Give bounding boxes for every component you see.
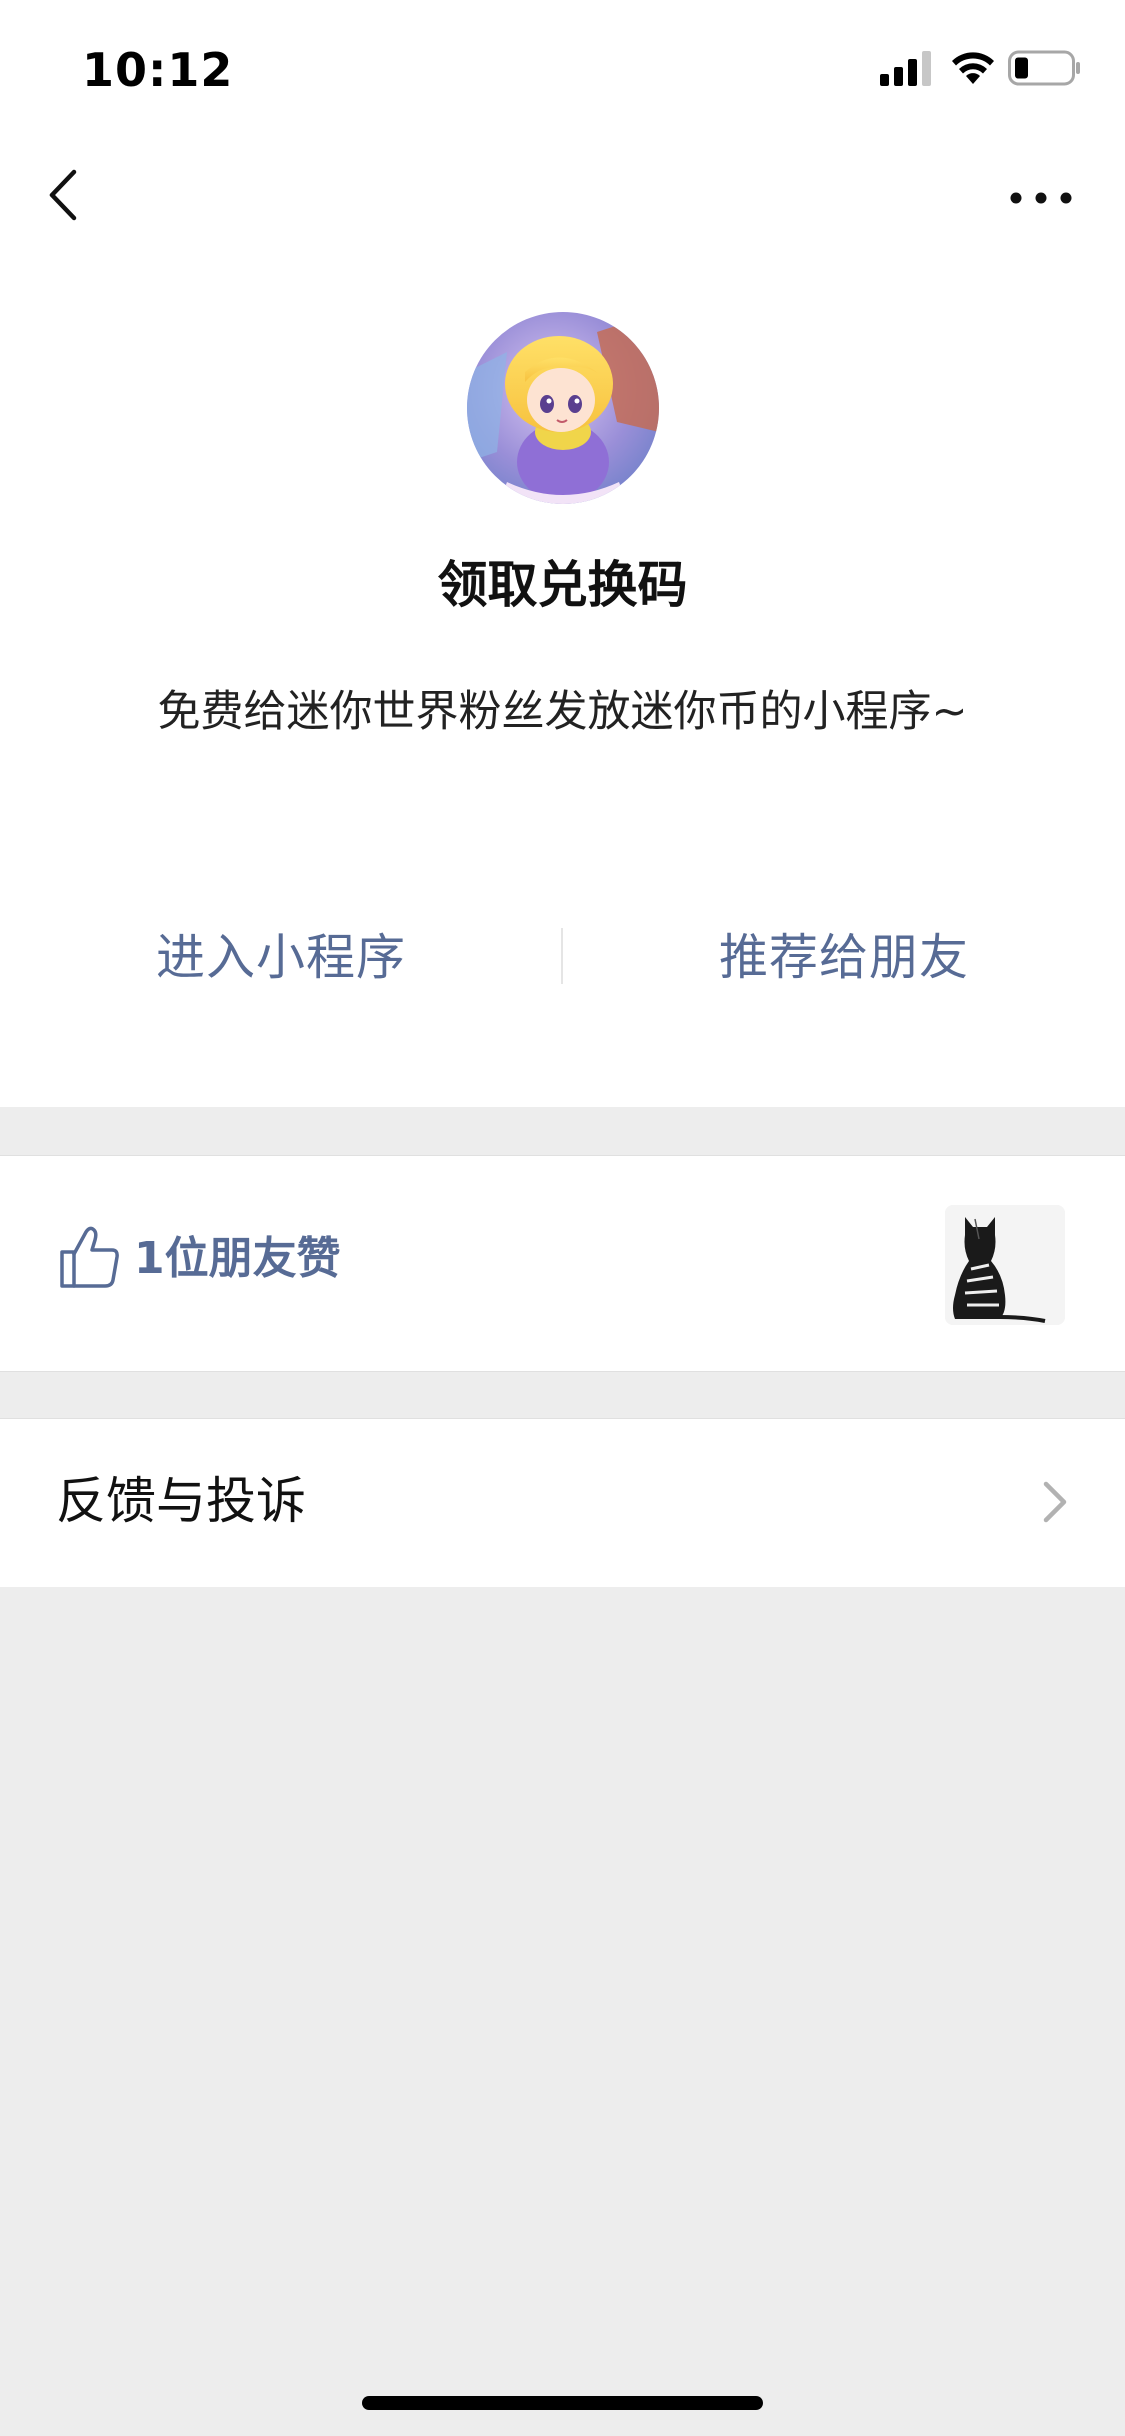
chevron-right-icon — [1043, 1481, 1067, 1523]
friend-avatar — [945, 1205, 1065, 1325]
mini-program-description: 免费给迷你世界粉丝发放迷你币的小程序~ — [157, 687, 968, 737]
feedback-label: 反馈与投诉 — [56, 1472, 306, 1530]
status-time: 10:12 — [82, 43, 234, 97]
home-indicator — [362, 2396, 763, 2410]
mini-program-name: 领取兑换码 — [437, 556, 688, 614]
battery-icon — [1008, 50, 1080, 86]
back-button[interactable] — [40, 160, 90, 230]
likes-count-text: 1位朋友赞 — [134, 1233, 341, 1284]
recommend-to-friend-button[interactable]: 推荐给朋友 — [563, 920, 1125, 996]
mini-program-avatar — [467, 312, 659, 504]
signal-icon — [880, 51, 931, 86]
wifi-icon — [952, 52, 994, 84]
thumbs-up-icon — [60, 1226, 119, 1288]
enter-mini-program-button[interactable]: 进入小程序 — [0, 920, 562, 996]
more-button[interactable] — [1006, 180, 1076, 216]
